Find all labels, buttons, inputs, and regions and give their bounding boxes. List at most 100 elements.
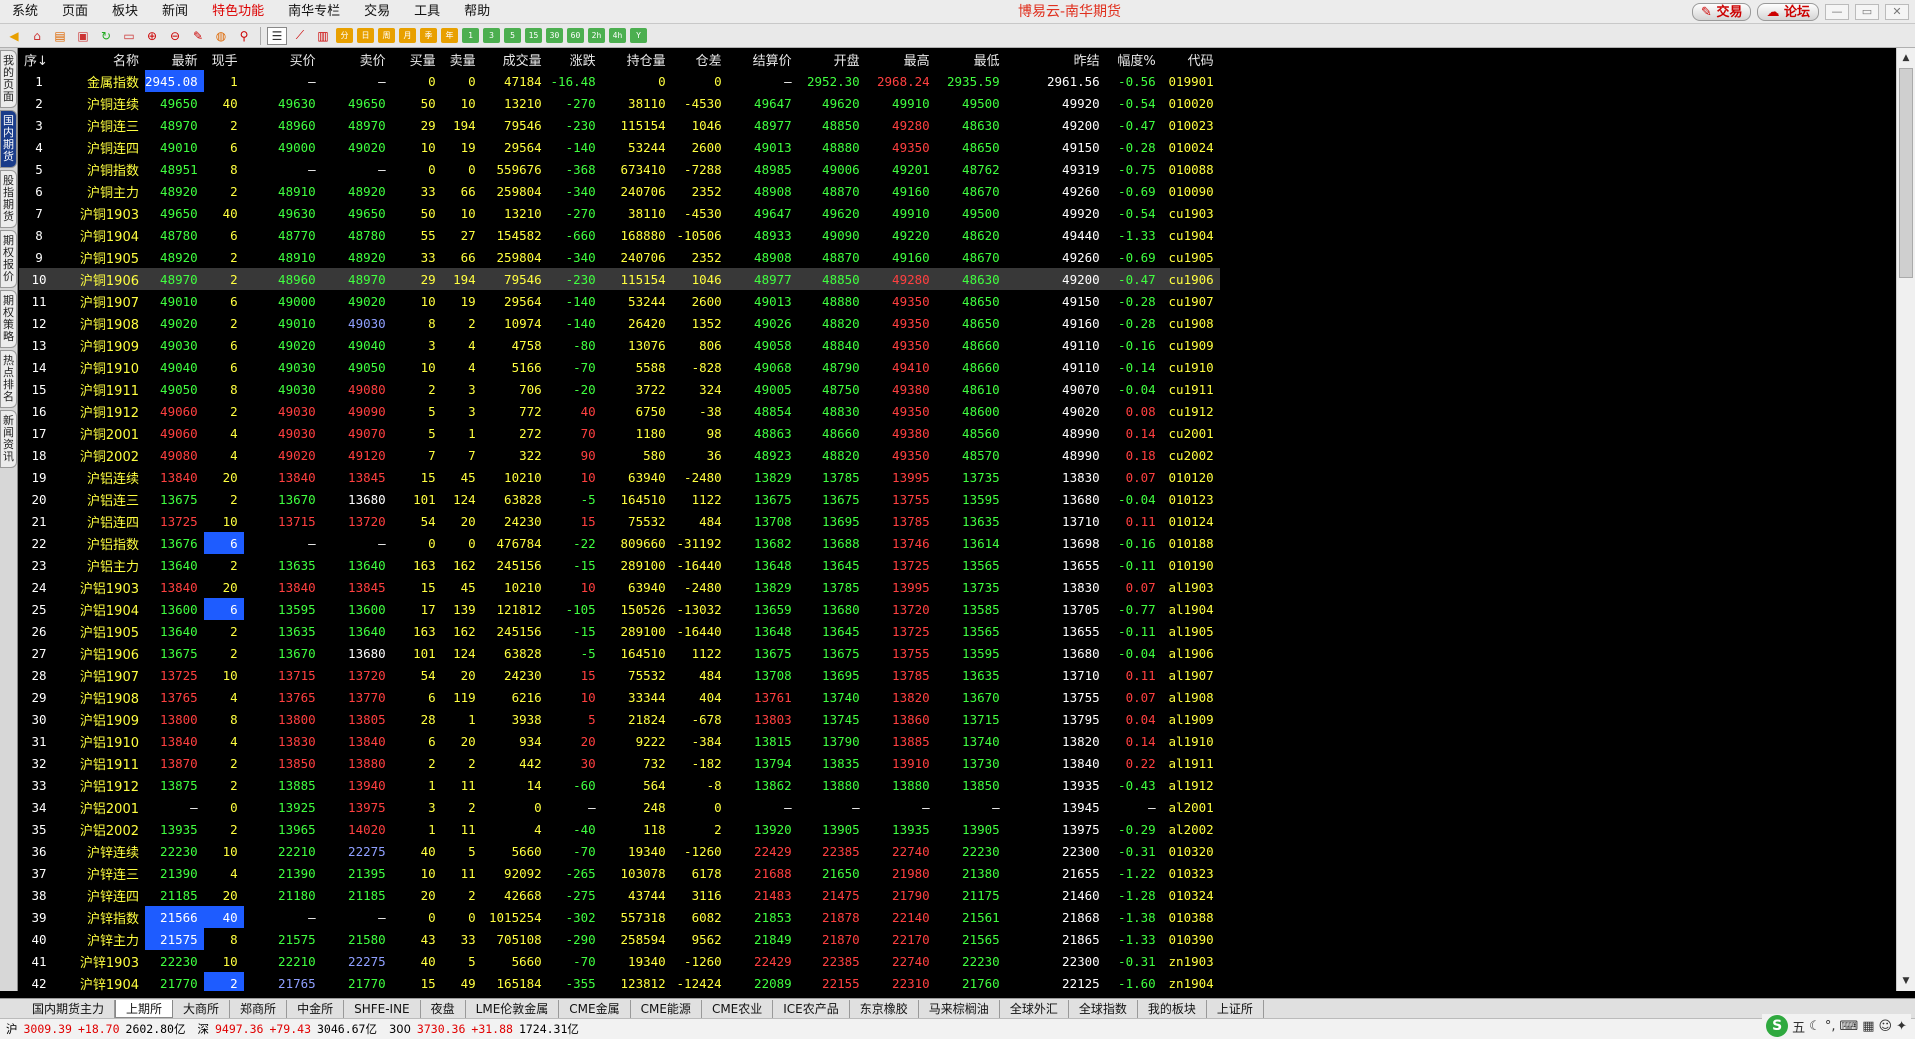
menu-item-7[interactable]: 工具 xyxy=(402,0,452,24)
zoom-out-icon[interactable]: ⊖ xyxy=(165,27,185,45)
column-header-15[interactable]: 最低 xyxy=(936,48,1006,70)
card-icon[interactable]: ▣ xyxy=(73,27,93,45)
ime-mode-label[interactable]: 五 xyxy=(1792,1017,1805,1036)
table-row[interactable]: 29 沪铝1908 13765 4 13765 13770 6 119 6216 10 33344 4… xyxy=(19,686,1220,708)
table-row[interactable]: 26 沪铝1905 13640 2 13635 13640 163 162 245156 -15 2… xyxy=(19,620,1220,642)
minimize-button[interactable]: — xyxy=(1825,4,1849,20)
period-button-4[interactable]: 季 xyxy=(420,28,437,43)
table-row[interactable]: 13 沪铜1909 49030 6 49020 49040 3 4 4758 -80 13076 80… xyxy=(19,334,1220,356)
menu-item-5[interactable]: 南华专栏 xyxy=(276,0,352,24)
window-icon[interactable]: ▭ xyxy=(119,27,139,45)
table-row[interactable]: 31 沪铝1910 13840 4 13830 13840 6 20 934 20 9222 -384… xyxy=(19,730,1220,752)
column-header-2[interactable]: 最新 xyxy=(145,48,204,70)
market-tab-14[interactable]: 全球外汇 xyxy=(1000,999,1069,1018)
menu-item-0[interactable]: 系统 xyxy=(0,0,50,24)
scroll-thumb[interactable] xyxy=(1899,68,1913,278)
table-row[interactable]: 19 沪铝连续 13840 20 13840 13845 15 45 10210 10 63940 -… xyxy=(19,466,1220,488)
market-tab-0[interactable]: 国内期货主力 xyxy=(22,999,116,1018)
market-tab-7[interactable]: LME伦敦金属 xyxy=(466,999,560,1018)
table-row[interactable]: 38 沪锌连四 21185 20 21180 21185 20 2 42668 -275 43744… xyxy=(19,884,1220,906)
table-row[interactable]: 6 沪铜主力 48920 2 48910 48920 33 66 259804 -340 24070… xyxy=(19,180,1220,202)
period-button-14[interactable]: Y xyxy=(630,28,647,43)
side-tab-0[interactable]: 我的页面 xyxy=(0,50,17,108)
period-button-8[interactable]: 5 xyxy=(504,28,521,43)
period-button-12[interactable]: 2h xyxy=(588,28,605,43)
market-tab-8[interactable]: CME金属 xyxy=(559,999,631,1018)
table-row[interactable]: 3 沪铜连三 48970 2 48960 48970 29 194 79546 -230 11515… xyxy=(19,114,1220,136)
period-button-6[interactable]: 1 xyxy=(462,28,479,43)
sogou-logo-icon[interactable]: S xyxy=(1766,1015,1789,1037)
market-tab-17[interactable]: 上证所 xyxy=(1207,999,1264,1018)
table-row[interactable]: 20 沪铝连三 13675 2 13670 13680 101 124 63828 -5 16451… xyxy=(19,488,1220,510)
market-tab-11[interactable]: ICE农产品 xyxy=(773,999,850,1018)
side-tab-6[interactable]: 新闻资讯 xyxy=(0,410,17,468)
column-header-6[interactable]: 买量 xyxy=(392,48,442,70)
table-row[interactable]: 28 沪铝1907 13725 10 13715 13720 54 20 24230 15 7553… xyxy=(19,664,1220,686)
table-row[interactable]: 42 沪锌1904 21770 2 21765 21770 15 49 165184 -355 12… xyxy=(19,972,1220,991)
table-row[interactable]: 30 沪铝1909 13800 8 13800 13805 28 1 3938 5 21824 -67… xyxy=(19,708,1220,730)
column-header-8[interactable]: 成交量 xyxy=(482,48,548,70)
table-row[interactable]: 17 沪铜2001 49060 4 49030 49070 5 1 272 70 1180 98 488… xyxy=(19,422,1220,444)
back-arrow-icon[interactable]: ◀ xyxy=(4,27,24,45)
column-header-11[interactable]: 仓差 xyxy=(672,48,728,70)
table-row[interactable]: 34 沪铝2001 — 0 13925 13975 3 2 0 — 248 0 — — — — 13945 — al… xyxy=(19,796,1220,818)
table-row[interactable]: 24 沪铝1903 13840 20 13840 13845 15 45 10210 10 6394… xyxy=(19,576,1220,598)
table-row[interactable]: 16 沪铜1912 49060 2 49030 49090 5 3 772 40 6750 -38 48… xyxy=(19,400,1220,422)
table-row[interactable]: 5 沪铜指数 48951 8 — — 0 0 559676 -368 673410 -7288 4898… xyxy=(19,158,1220,180)
column-header-9[interactable]: 涨跌 xyxy=(548,48,602,70)
book-icon[interactable]: ▤ xyxy=(50,27,70,45)
table-row[interactable]: 41 沪锌1903 22230 10 22210 22275 40 5 5660 -70 19340… xyxy=(19,950,1220,972)
menu-item-4[interactable]: 特色功能 xyxy=(200,0,276,24)
column-header-1[interactable]: 名称 xyxy=(59,48,145,70)
scroll-down-icon[interactable]: ▼ xyxy=(1899,973,1913,989)
table-row[interactable]: 15 沪铜1911 49050 8 49030 49080 2 3 706 -20 3722 324 4… xyxy=(19,378,1220,400)
column-header-18[interactable]: 代码 xyxy=(1162,48,1220,70)
zoom-in-icon[interactable]: ⊕ xyxy=(142,27,162,45)
period-button-3[interactable]: 月 xyxy=(399,28,416,43)
market-tab-13[interactable]: 马来棕榈油 xyxy=(919,999,1000,1018)
column-header-14[interactable]: 最高 xyxy=(866,48,936,70)
pencil-icon[interactable]: ✎ xyxy=(188,27,208,45)
table-row[interactable]: 33 沪铝1912 13875 2 13885 13940 1 11 14 -60 564 -8 138… xyxy=(19,774,1220,796)
side-tab-1[interactable]: 国内期货 xyxy=(0,110,17,168)
market-tab-9[interactable]: CME能源 xyxy=(631,999,702,1018)
side-tab-2[interactable]: 股指期货 xyxy=(0,170,17,228)
close-button[interactable]: ✕ xyxy=(1885,4,1909,20)
side-tab-4[interactable]: 期权策略 xyxy=(0,290,17,348)
column-header-17[interactable]: 幅度% xyxy=(1106,48,1162,70)
side-tab-5[interactable]: 热点排名 xyxy=(0,350,17,408)
paint-icon[interactable]: ◍ xyxy=(211,27,231,45)
side-tab-3[interactable]: 期权报价 xyxy=(0,230,17,288)
pin-icon[interactable]: ⚲ xyxy=(234,27,254,45)
column-header-5[interactable]: 卖价 xyxy=(322,48,392,70)
table-row[interactable]: 14 沪铜1910 49040 6 49030 49050 10 4 5166 -70 5588 -8… xyxy=(19,356,1220,378)
menu-item-2[interactable]: 板块 xyxy=(100,0,150,24)
table-row[interactable]: 27 沪铝1906 13675 2 13670 13680 101 124 63828 -5 164… xyxy=(19,642,1220,664)
market-tab-15[interactable]: 全球指数 xyxy=(1069,999,1138,1018)
table-row[interactable]: 40 沪锌主力 21575 8 21575 21580 43 33 705108 -290 2585… xyxy=(19,928,1220,950)
home-icon[interactable]: ⌂ xyxy=(27,27,47,45)
table-row[interactable]: 23 沪铝主力 13640 2 13635 13640 163 162 245156 -15 289… xyxy=(19,554,1220,576)
period-button-1[interactable]: 日 xyxy=(357,28,374,43)
keyboard-icon[interactable]: ⌨ xyxy=(1839,1019,1858,1034)
table-row[interactable]: 36 沪锌连续 22230 10 22210 22275 40 5 5660 -70 19340 -1… xyxy=(19,840,1220,862)
market-tab-6[interactable]: 夜盘 xyxy=(421,999,466,1018)
punctuation-icon[interactable]: °, xyxy=(1825,1019,1836,1034)
menu-item-6[interactable]: 交易 xyxy=(352,0,402,24)
period-button-13[interactable]: 4h xyxy=(609,28,626,43)
trade-button[interactable]: ✎ 交易 xyxy=(1692,3,1752,21)
market-tab-10[interactable]: CME农业 xyxy=(702,999,774,1018)
column-header-10[interactable]: 持仓量 xyxy=(602,48,672,70)
table-row[interactable]: 10 沪铜1906 48970 2 48960 48970 29 194 79546 -230 11… xyxy=(19,268,1220,290)
market-tab-12[interactable]: 东京橡胶 xyxy=(850,999,919,1018)
table-row[interactable]: 11 沪铜1907 49010 6 49000 49020 10 19 29564 -140 532… xyxy=(19,290,1220,312)
menu-item-1[interactable]: 页面 xyxy=(50,0,100,24)
table-row[interactable]: 25 沪铝1904 13600 6 13595 13600 17 139 121812 -105 1… xyxy=(19,598,1220,620)
table-row[interactable]: 7 沪铜1903 49650 40 49630 49650 50 10 13210 -270 381… xyxy=(19,202,1220,224)
table-row[interactable]: 1 金属指数 2945.08 1 — — 0 0 47184 -16.48 0 0 — 2952.30 29… xyxy=(19,70,1220,92)
table-row[interactable]: 18 沪铜2002 49080 4 49020 49120 7 7 322 90 580 36 4892… xyxy=(19,444,1220,466)
market-tab-5[interactable]: SHFE-INE xyxy=(344,999,421,1018)
table-row[interactable]: 39 沪锌指数 21566 40 — — 0 0 1015254 -302 557318 6082 21… xyxy=(19,906,1220,928)
period-button-11[interactable]: 60 xyxy=(567,28,584,43)
maximize-button[interactable]: ▭ xyxy=(1855,4,1879,20)
